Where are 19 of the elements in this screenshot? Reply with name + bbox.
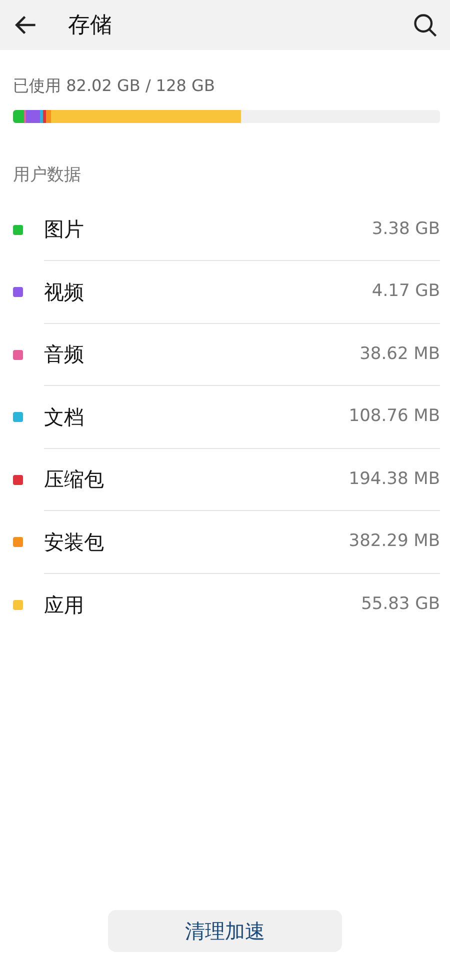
- category-size: 108.76 MB: [348, 405, 440, 428]
- category-name[interactable]: 图片: [44, 214, 84, 244]
- category-name[interactable]: 音频: [44, 339, 84, 370]
- category-name[interactable]: 应用: [44, 590, 84, 620]
- category-size: 3.38 GB: [372, 218, 440, 240]
- search-icon[interactable]: [412, 12, 438, 38]
- category-size: 38.62 MB: [360, 342, 440, 366]
- category-name[interactable]: 压缩包: [44, 464, 104, 494]
- category-size: 194.38 MB: [348, 468, 440, 490]
- category-name[interactable]: 安装包: [44, 526, 104, 557]
- category-size: 382.29 MB: [348, 530, 440, 553]
- section-title: 用户数据: [13, 164, 82, 187]
- clean-button[interactable]: 清理加速: [108, 910, 342, 952]
- category-name[interactable]: 文档: [44, 402, 84, 432]
- usage-text: 已使用 82.02 GB / 128 GB: [13, 75, 216, 97]
- category-name[interactable]: 视频: [44, 276, 84, 307]
- page-title: 存储: [68, 12, 112, 40]
- category-size: 4.17 GB: [372, 280, 440, 303]
- category-size: 55.83 GB: [361, 593, 440, 616]
